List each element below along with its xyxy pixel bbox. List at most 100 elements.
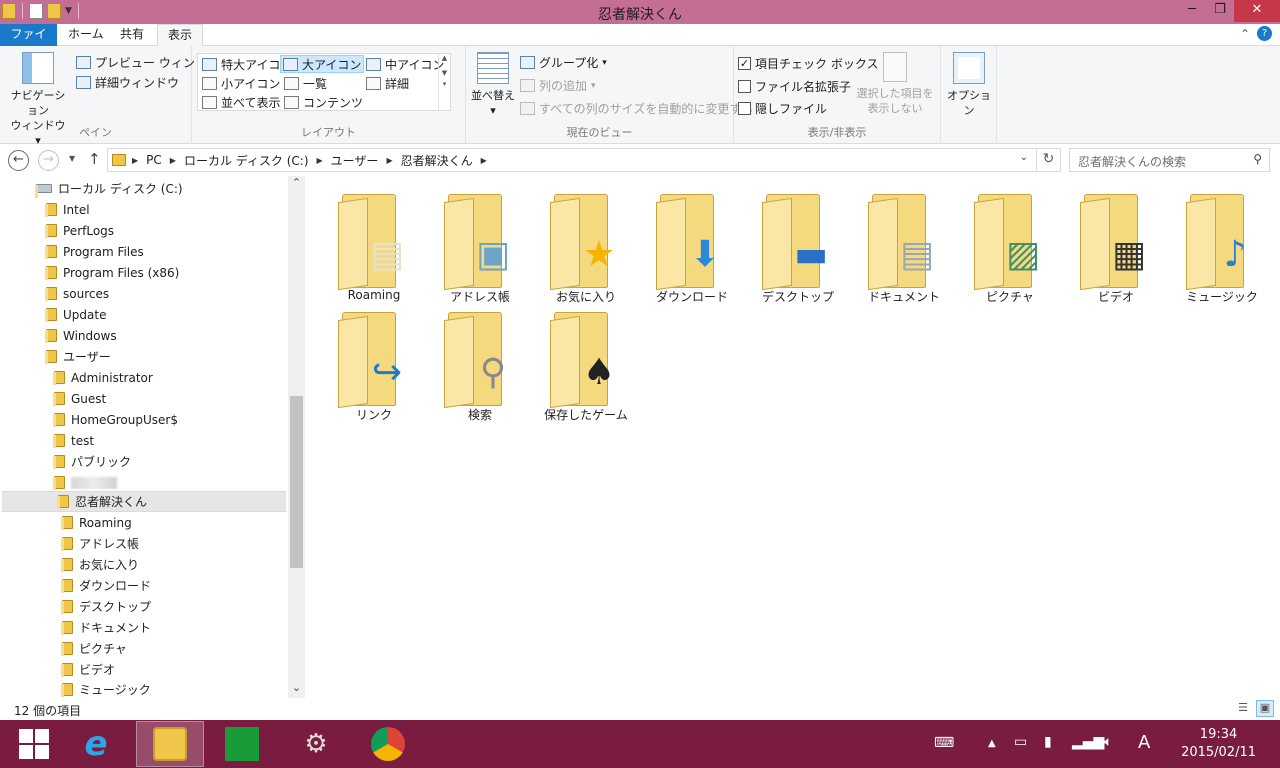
breadcrumb-users[interactable]: ユーザー [331,152,379,169]
tree-item[interactable]: Intel [45,199,90,220]
layout-content[interactable]: コンテンツ [282,93,365,111]
folder-tile[interactable]: ♪ ミュージック [1172,184,1272,305]
checkbox-unchecked[interactable] [738,102,751,115]
show-hidden-icons-icon[interactable]: ▲ [988,738,996,749]
tree-item[interactable]: Windows [45,325,117,346]
signal-icon[interactable]: ▂▄▆ [1072,734,1104,750]
tree-item[interactable]: PerfLogs [45,220,114,241]
tree-item[interactable]: Roaming [61,512,132,533]
recent-locations-icon[interactable]: ▼ [69,154,75,163]
minimize-button[interactable]: ─ [1178,0,1206,22]
forward-button[interactable]: → [38,150,59,171]
file-extensions-toggle[interactable]: ファイル名拡張子 [738,78,851,95]
hide-selected-button[interactable]: 選択した項目を 表示しない [854,52,936,116]
folder-tile[interactable]: ⚲ 検索 [430,302,530,423]
tab-file[interactable]: ファイル [0,24,57,62]
nav-scrollbar[interactable]: ⌃ ⌄ [288,176,305,698]
folder-tile[interactable]: ⬇ ダウンロード [642,184,742,305]
clock[interactable]: 19:34 2015/02/11 [1181,726,1256,762]
tree-item[interactable]: ドキュメント [61,617,151,638]
search-icon[interactable]: ⚲ [1253,152,1262,166]
tree-item[interactable]: パブリック [53,451,131,472]
add-columns-button[interactable]: 列の追加 ▾ [520,77,596,94]
tree-item[interactable]: Administrator [53,367,153,388]
tree-item[interactable]: お気に入り [61,554,139,575]
size-columns-button[interactable]: すべての列のサイズを自動的に変更する [520,100,753,117]
tab-home[interactable]: ホーム [58,24,114,46]
layout-scroll[interactable]: ▲ ▼ ▾ [438,54,450,110]
breadcrumb-separator[interactable]: ▶ [170,156,176,165]
help-icon[interactable]: ? [1257,26,1272,41]
refresh-icon[interactable]: ↻ [1036,149,1060,171]
tree-item-drive[interactable]: ローカル ディスク (C:) [35,178,183,199]
address-history-icon[interactable]: ⌄ [1020,152,1028,163]
tree-item[interactable]: アドレス帳 [61,533,139,554]
breadcrumb-separator[interactable]: ▶ [386,156,392,165]
scroll-up-icon[interactable]: ⌃ [288,176,305,193]
breadcrumb-separator[interactable]: ▶ [481,156,487,165]
checkbox-unchecked[interactable] [738,80,751,93]
options-button[interactable]: オプション [945,52,993,118]
tree-item[interactable]: HomeGroupUser$ [53,409,178,430]
folder-tile[interactable]: ▨ ピクチャ [960,184,1060,305]
tree-item-current[interactable]: 忍者解決くん [2,491,286,512]
tree-item[interactable]: ビデオ [61,659,115,680]
taskbar-store[interactable] [208,721,276,767]
address-bar[interactable]: ▶ PC ▶ ローカル ディスク (C:) ▶ ユーザー ▶ 忍者解決くん ▶ … [107,148,1061,172]
details-view-icon[interactable]: ☰ [1234,700,1252,717]
details-pane-button[interactable]: 詳細ウィンドウ [76,74,179,91]
tab-share[interactable]: 共有 [110,24,154,46]
tree-item[interactable]: Program Files (x86) [45,262,179,283]
taskbar-file-explorer[interactable] [136,721,204,767]
folder-tile[interactable]: ▣ アドレス帳 [430,184,530,305]
tree-item[interactable]: test [53,430,94,451]
sort-by-button[interactable]: 並べ替え ▾ [470,52,516,118]
taskbar-chrome[interactable] [354,721,422,767]
taskbar-remote-desktop[interactable]: ⚙ [282,721,350,767]
tree-item[interactable]: Program Files [45,241,144,262]
breadcrumb-drive[interactable]: ローカル ディスク (C:) [184,152,309,169]
breadcrumb-user[interactable]: 忍者解決くん [401,152,473,169]
battery-icon[interactable]: ▮ [1044,734,1052,750]
layout-details[interactable]: 詳細 [364,74,411,92]
tree-item[interactable]: sources [45,283,109,304]
folder-tile[interactable]: ▤ ドキュメント [854,184,954,305]
network-device-icon[interactable]: ▭ [1014,734,1027,750]
folder-tile[interactable]: ▤ Roaming [324,184,424,302]
layout-small-icons[interactable]: 小アイコン [200,74,282,92]
folder-tile[interactable]: ▦ ビデオ [1066,184,1166,305]
hidden-items-toggle[interactable]: 隠しファイル [738,100,827,117]
collapse-ribbon-icon[interactable]: ⌃ [1240,27,1250,41]
tree-item[interactable]: ダウンロード [61,575,151,596]
tree-item[interactable]: ユーザー [45,346,111,367]
folder-tile[interactable]: ▬ デスクトップ [748,184,848,305]
tree-item[interactable]: Guest [53,388,106,409]
breadcrumb-pc[interactable]: PC [146,153,162,167]
layout-list[interactable]: 一覧 [282,74,329,92]
folder-tile[interactable]: ★ お気に入り [536,184,636,305]
scroll-down-icon[interactable]: ⌄ [288,681,305,698]
tree-item[interactable]: デスクトップ [61,596,151,617]
breadcrumb-separator[interactable]: ▶ [317,156,323,165]
group-by-button[interactable]: グループ化 ▾ [520,54,607,71]
close-button[interactable]: ✕ [1234,0,1280,22]
touch-keyboard-icon[interactable]: ⌨ [934,735,954,751]
volume-icon[interactable]: 🔈︎ [1104,734,1112,750]
checkbox-checked[interactable]: ✓ [738,57,751,70]
large-icons-view-icon[interactable]: ▣ [1256,700,1274,717]
tab-view[interactable]: 表示 [157,24,204,46]
tree-item[interactable]: Update [45,304,106,325]
tree-item-redacted[interactable] [53,472,117,493]
back-button[interactable]: ← [8,150,29,171]
start-button[interactable] [0,721,68,767]
layout-medium-icons[interactable]: 中アイコン [364,55,446,73]
folder-tile[interactable]: ♠ 保存したゲーム [536,302,636,423]
layout-large-icons[interactable]: 大アイコン [280,55,365,73]
taskbar-internet-explorer[interactable]: e [62,721,130,767]
breadcrumb-separator[interactable]: ▶ [132,156,138,165]
tree-item[interactable]: ピクチャ [61,638,127,659]
up-button[interactable]: ↑ [88,150,101,168]
folder-tile[interactable]: ↪ リンク [324,302,424,423]
tree-item[interactable]: ミュージック [61,679,151,700]
maximize-button[interactable]: ❐ [1206,0,1234,22]
